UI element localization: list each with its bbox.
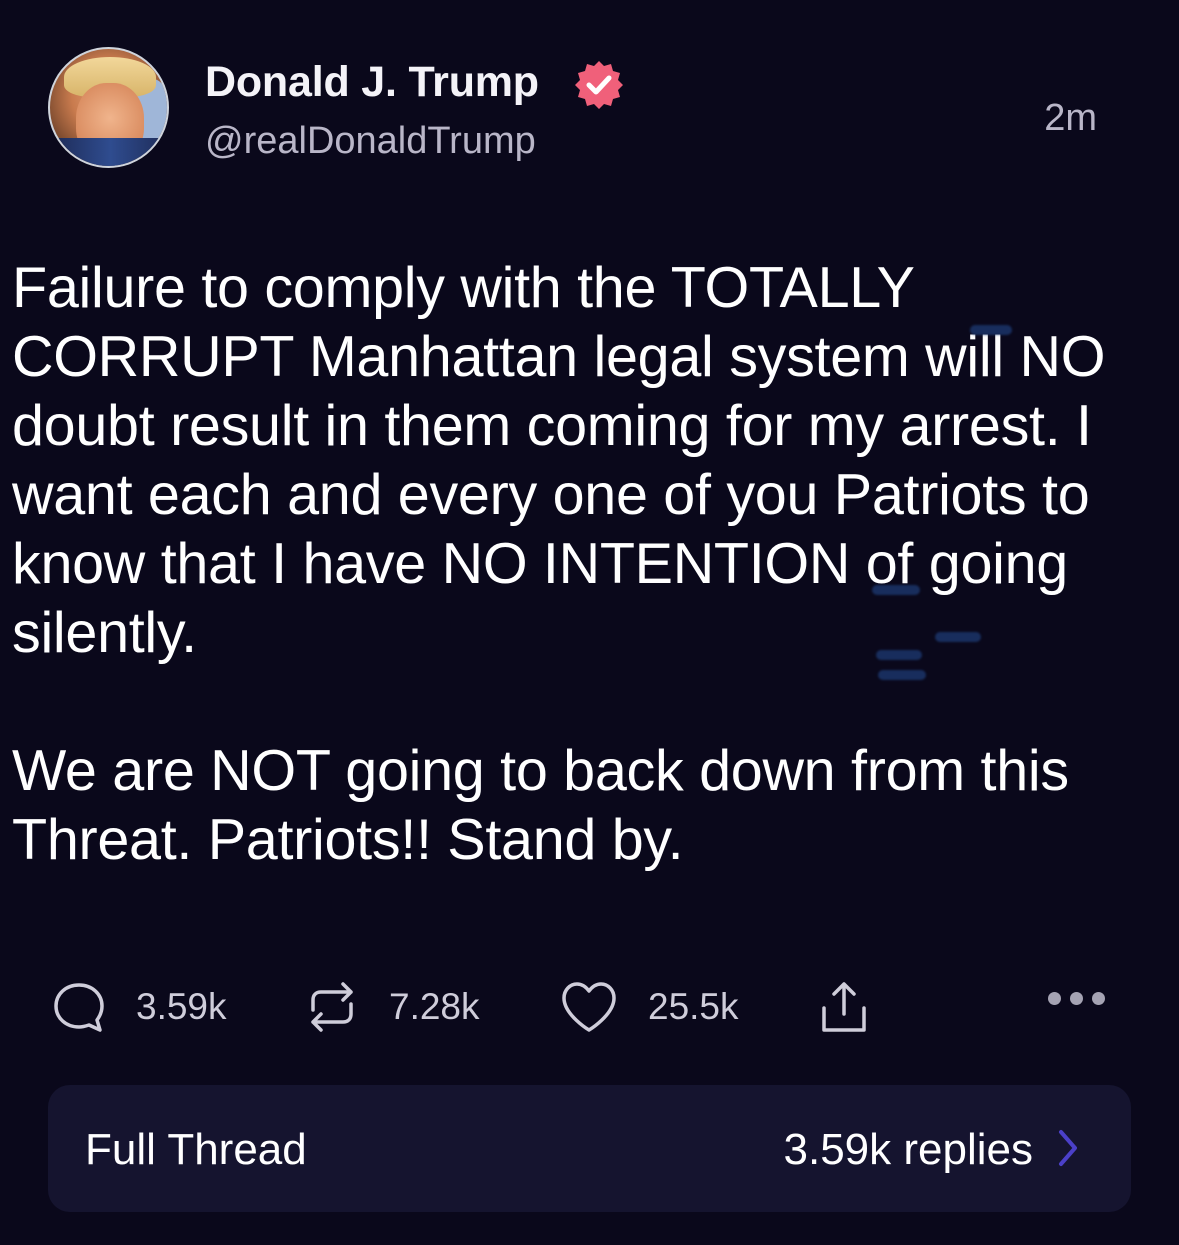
repost-count: 7.28k — [389, 986, 480, 1027]
share-button[interactable] — [818, 975, 870, 1039]
more-icon — [1092, 992, 1105, 1005]
post-paragraph: Failure to comply with the TOTALLY CORRU… — [12, 256, 1106, 665]
decorative-mark — [876, 650, 922, 660]
more-icon — [1070, 992, 1083, 1005]
display-name[interactable]: Donald J. Trump — [205, 58, 539, 107]
post-body: Failure to comply with the TOTALLY CORRU… — [12, 254, 1172, 875]
reply-icon — [54, 983, 104, 1032]
chevron-right-icon — [1059, 1130, 1077, 1166]
heart-icon — [562, 982, 616, 1032]
more-icon — [1048, 992, 1061, 1005]
share-icon — [822, 982, 866, 1032]
like-button[interactable]: 25.5k — [560, 975, 739, 1039]
post-screen: Donald J. Trump @realDonaldTrump 2m Fail… — [0, 0, 1179, 1245]
reply-count: 3.59k — [136, 986, 227, 1027]
avatar[interactable] — [48, 47, 169, 168]
full-thread-label: Full Thread — [85, 1125, 307, 1174]
verified-badge-icon — [575, 61, 623, 109]
full-thread-button[interactable]: Full Thread 3.59k replies — [48, 1085, 1131, 1212]
timestamp: 2m — [1044, 97, 1097, 139]
decorative-mark — [970, 325, 1012, 335]
action-bar: 3.59k 7.28k 25.5k — [0, 975, 1179, 1045]
repost-button[interactable]: 7.28k — [305, 975, 480, 1039]
decorative-mark — [878, 670, 926, 680]
repost-icon — [311, 982, 353, 1032]
post-paragraph: We are NOT going to back down from this … — [12, 739, 1069, 872]
decorative-mark — [935, 632, 981, 642]
reply-button[interactable]: 3.59k — [52, 975, 227, 1039]
more-options-button[interactable] — [1048, 992, 1105, 1005]
thread-reply-count: 3.59k replies — [783, 1125, 1033, 1174]
like-count: 25.5k — [648, 986, 739, 1027]
decorative-mark — [872, 585, 920, 595]
handle[interactable]: @realDonaldTrump — [205, 120, 536, 163]
